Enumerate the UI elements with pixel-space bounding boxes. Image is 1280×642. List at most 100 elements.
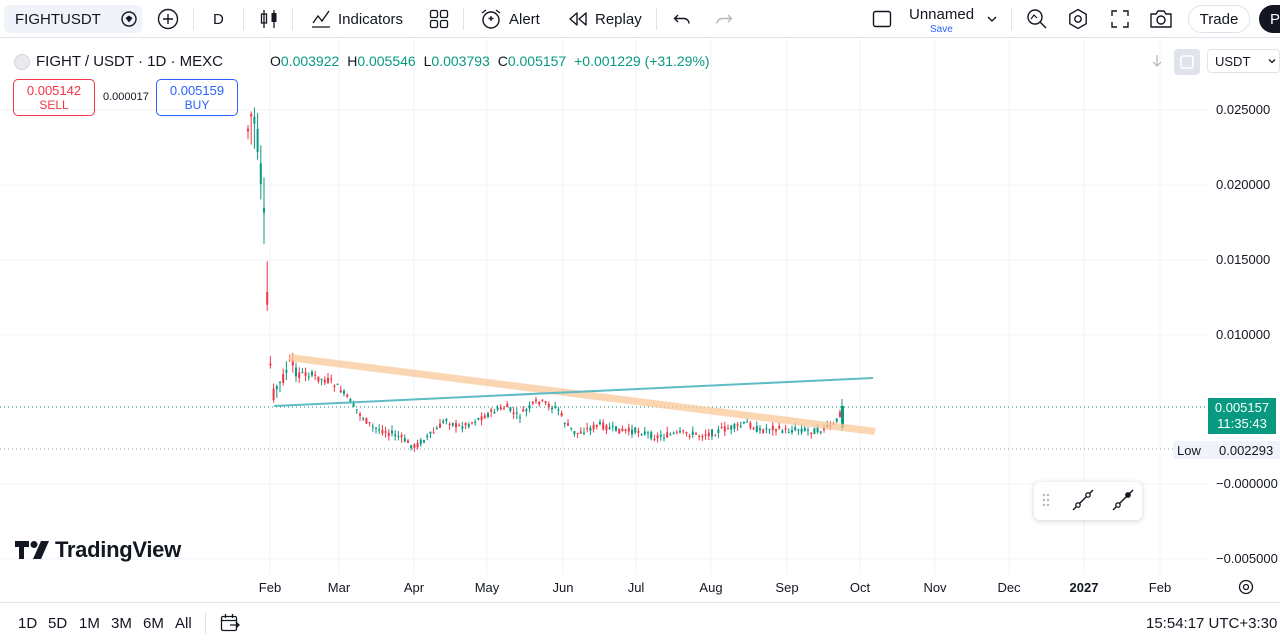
- range-1d-button[interactable]: 1D: [18, 615, 37, 632]
- buy-button[interactable]: 0.005159 BUY: [156, 79, 238, 116]
- descending-trend-band[interactable]: [288, 354, 876, 435]
- candle-body: [323, 379, 326, 383]
- go-to-date-icon[interactable]: [219, 612, 241, 637]
- candle-body: [685, 431, 688, 434]
- price-label: 0.015000: [1216, 252, 1271, 267]
- candle-body: [771, 425, 774, 431]
- sell-button[interactable]: 0.005142 SELL: [13, 79, 95, 116]
- price-chart-canvas[interactable]: [0, 39, 1207, 574]
- candle-body: [365, 417, 368, 424]
- candle-body: [493, 412, 496, 414]
- chevron-down-icon[interactable]: [986, 0, 998, 38]
- redo-icon[interactable]: [714, 0, 734, 38]
- candle-body: [387, 432, 390, 436]
- range-6m-button[interactable]: 6M: [143, 615, 164, 632]
- candle-body: [467, 424, 470, 427]
- fullscreen-icon[interactable]: [1109, 0, 1131, 38]
- candle-body: [618, 428, 621, 434]
- interval-button[interactable]: D: [213, 0, 224, 38]
- symbol-legend[interactable]: FIGHT / USDT · 1D · MEXC: [14, 53, 223, 70]
- candle-body: [480, 416, 483, 421]
- candle-body: [275, 386, 278, 390]
- compare-symbol-icon[interactable]: [116, 9, 142, 29]
- candle-body: [464, 422, 467, 426]
- time-label: Jul: [627, 580, 645, 595]
- candle-body: [272, 388, 275, 400]
- utc-clock[interactable]: 15:54:17 UTC+3:30: [1146, 615, 1277, 632]
- candle-body: [704, 434, 707, 436]
- time-label: Nov: [923, 580, 947, 595]
- candle-body: [608, 427, 611, 430]
- candle-body: [720, 427, 723, 429]
- candle-body: [499, 407, 502, 410]
- candle-body: [637, 431, 640, 433]
- templates-icon[interactable]: [428, 0, 450, 38]
- time-label: May: [474, 580, 500, 595]
- drag-handle-icon[interactable]: [1042, 492, 1050, 511]
- candle-body: [483, 415, 486, 419]
- candle-body: [624, 429, 627, 431]
- time-axis[interactable]: Feb Mar Apr May Jun Jul Aug Sep Oct Nov …: [0, 574, 1207, 600]
- candle-body: [375, 427, 377, 429]
- candle-body: [535, 399, 537, 401]
- camera-icon[interactable]: [1148, 0, 1174, 38]
- candle-body: [723, 426, 726, 432]
- settings-gear-icon[interactable]: [1066, 0, 1090, 38]
- layout-name-button[interactable]: Unnamed Save: [908, 4, 978, 36]
- add-symbol-icon[interactable]: [156, 0, 180, 38]
- low-price-tag: Low 0.002293: [1173, 441, 1280, 459]
- quick-search-icon[interactable]: [1025, 0, 1049, 38]
- replay-label: Replay: [595, 10, 642, 28]
- range-5d-button[interactable]: 5D: [48, 615, 67, 632]
- time-label: Apr: [403, 580, 425, 595]
- candle-body: [663, 437, 665, 439]
- candle-body: [295, 367, 297, 377]
- undo-icon[interactable]: [672, 0, 692, 38]
- candle-body: [435, 428, 438, 430]
- timezone-settings-icon[interactable]: [1237, 578, 1255, 599]
- price-label: −0.005000: [1216, 551, 1278, 566]
- indicators-button[interactable]: Indicators: [310, 0, 403, 38]
- symbol-search[interactable]: FIGHTUSDT: [4, 5, 142, 33]
- trade-button[interactable]: Trade: [1188, 5, 1250, 33]
- publish-button[interactable]: P: [1259, 5, 1280, 33]
- ray-tool-icon[interactable]: [1110, 487, 1136, 516]
- time-label: Dec: [997, 580, 1021, 595]
- auto-scale-icon[interactable]: [1174, 49, 1200, 75]
- range-3m-button[interactable]: 3M: [111, 615, 132, 632]
- sell-label: SELL: [39, 97, 69, 112]
- replay-button[interactable]: Replay: [567, 0, 642, 38]
- ohlc-values: O0.003922 H0.005546 L0.003793 C0.005157 …: [270, 53, 710, 69]
- candle-body: [519, 417, 521, 419]
- save-link[interactable]: Save: [930, 24, 953, 35]
- chart-pane[interactable]: FIGHT / USDT · 1D · MEXC O0.003922 H0.00…: [0, 39, 1280, 601]
- tradingview-logo[interactable]: TradingView: [15, 537, 181, 563]
- scroll-down-icon[interactable]: [1151, 54, 1163, 71]
- candle-body: [634, 427, 637, 433]
- alert-button[interactable]: Alert: [479, 0, 540, 38]
- time-label: Feb: [1148, 580, 1172, 595]
- currency-select[interactable]: USDT: [1207, 49, 1280, 73]
- candle-body: [554, 406, 557, 408]
- candle-body: [656, 435, 659, 439]
- candle-body: [333, 385, 336, 388]
- candle-body: [400, 435, 403, 438]
- candle-body: [599, 422, 601, 425]
- range-1m-button[interactable]: 1M: [79, 615, 100, 632]
- floating-drawing-toolbar[interactable]: [1034, 482, 1142, 520]
- candle-body: [583, 432, 585, 434]
- candles-chart-type-icon[interactable]: [258, 0, 280, 38]
- candle-body: [739, 425, 742, 427]
- candle-body: [394, 434, 397, 437]
- candle-body: [778, 425, 781, 429]
- candle-body: [263, 207, 265, 213]
- layout-square-icon[interactable]: [871, 0, 893, 38]
- candle-body: [362, 418, 365, 420]
- candle-body: [775, 429, 777, 432]
- range-all-button[interactable]: All: [175, 615, 192, 632]
- trendline-tool-icon[interactable]: [1070, 487, 1096, 516]
- ascending-trendline[interactable]: [273, 377, 874, 407]
- price-label: −0.000000: [1216, 476, 1278, 491]
- price-scale[interactable]: 0.025000 0.020000 0.015000 0.010000 −0.0…: [1207, 39, 1280, 601]
- candle-body: [797, 429, 800, 431]
